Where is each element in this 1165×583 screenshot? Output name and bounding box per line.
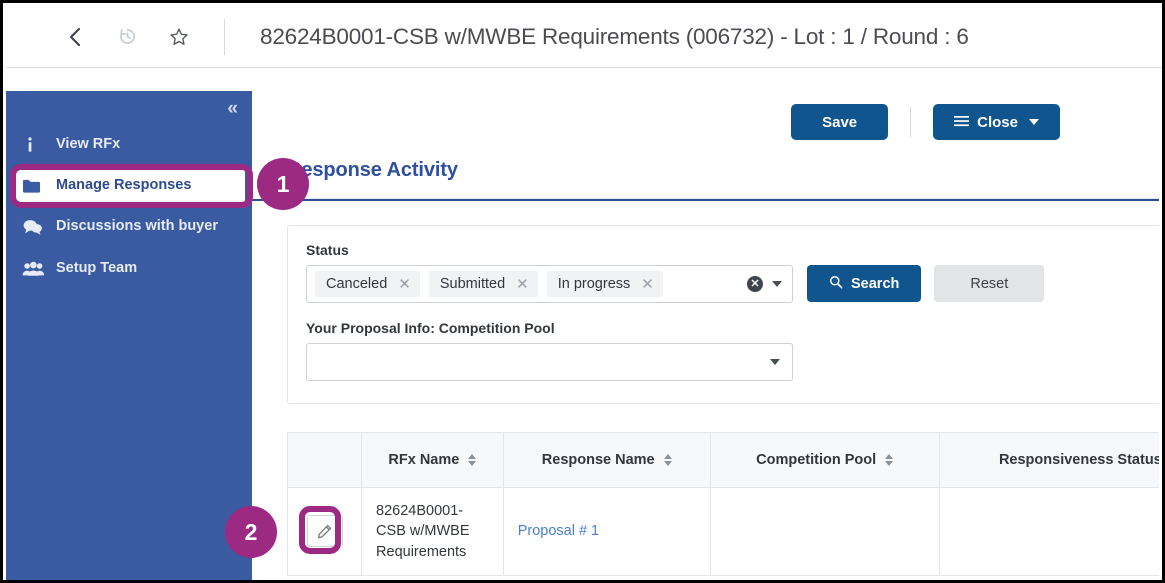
people-group-icon	[22, 261, 56, 277]
action-divider	[910, 107, 912, 137]
chat-bubbles-icon	[22, 218, 56, 236]
status-tag[interactable]: Submitted ✕	[428, 271, 538, 297]
filter-panel: Status Canceled ✕ Submitted ✕ In progres…	[287, 225, 1159, 404]
table-header-responsiveness-status[interactable]: Responsiveness Status	[939, 433, 1159, 488]
top-bar: 82624B0001-CSB w/MWBE Requirements (0067…	[6, 6, 1162, 68]
table-header-actions	[288, 433, 363, 488]
close-x-icon[interactable]: ✕	[516, 275, 529, 293]
history-clock-icon[interactable]	[114, 24, 140, 50]
column-label: Competition Pool	[756, 451, 877, 468]
top-bar-icons	[6, 24, 192, 50]
multiselect-controls: ✕	[747, 276, 782, 292]
competition-pool-select[interactable]	[306, 343, 793, 381]
sidebar-item-label: Manage Responses	[56, 177, 192, 194]
response-table: RFx Name Response Name Competition Pool …	[287, 432, 1159, 577]
caret-down-icon	[1029, 119, 1039, 125]
sort-arrows-icon[interactable]	[885, 453, 894, 466]
page-title: 82624B0001-CSB w/MWBE Requirements (0067…	[260, 23, 969, 49]
sidebar: « View RFx Manage Responses Discussions …	[6, 91, 252, 580]
magnifier-icon	[829, 275, 843, 293]
sidebar-item-label: Discussions with buyer	[56, 218, 218, 235]
status-filter-row: Canceled ✕ Submitted ✕ In progress ✕ ✕ S…	[306, 265, 1159, 303]
search-button[interactable]: Search	[807, 265, 922, 302]
action-bar: Save Close	[252, 91, 1159, 153]
status-tag-label: In progress	[557, 276, 631, 292]
table-row: 82624B0001-CSB w/MWBE Requirements Propo…	[288, 487, 1159, 576]
sidebar-item-discussions-with-buyer[interactable]: Discussions with buyer	[6, 206, 252, 248]
annotation-badge-2: 2	[225, 506, 277, 558]
competition-pool-label: Your Proposal Info: Competition Pool	[306, 320, 555, 336]
column-label: RFx Name	[388, 451, 460, 468]
pencil-edit-icon[interactable]	[306, 515, 343, 548]
sidebar-item-setup-team[interactable]: Setup Team	[6, 248, 252, 290]
close-button-label: Close	[977, 113, 1018, 131]
cell-rfx-name: 82624B0001-CSB w/MWBE Requirements	[361, 487, 504, 576]
chevron-left-icon[interactable]	[62, 24, 88, 50]
reset-button[interactable]: Reset	[934, 265, 1045, 302]
column-label: Response Name	[541, 451, 655, 468]
table-header-response-name[interactable]: Response Name	[503, 433, 711, 488]
sidebar-item-view-rfx[interactable]: View RFx	[6, 124, 252, 166]
sidebar-item-label: Setup Team	[56, 260, 138, 277]
circle-x-icon[interactable]: ✕	[747, 276, 763, 292]
sidebar-collapse-button[interactable]: «	[227, 99, 238, 118]
table-header-competition-pool[interactable]: Competition Pool	[710, 433, 940, 488]
status-tag[interactable]: Canceled ✕	[315, 271, 420, 297]
accent-divider	[252, 199, 1159, 201]
table-header-row: RFx Name Response Name Competition Pool …	[288, 433, 1159, 488]
caret-down-icon	[770, 359, 780, 365]
star-outline-icon[interactable]	[166, 24, 192, 50]
save-button[interactable]: Save	[791, 104, 889, 140]
table-header-rfx-name[interactable]: RFx Name	[361, 433, 504, 488]
close-button[interactable]: Close	[933, 104, 1060, 140]
status-tag[interactable]: In progress ✕	[546, 271, 663, 297]
cell-competition-pool	[710, 487, 940, 576]
status-tag-label: Canceled	[326, 276, 388, 292]
hamburger-icon	[954, 114, 970, 131]
cell-response-name: Proposal # 1	[503, 487, 711, 576]
response-name-link[interactable]: Proposal # 1	[518, 523, 599, 539]
main-content: Save Close Response Activity Status Canc…	[252, 91, 1159, 577]
row-actions-cell	[288, 487, 363, 576]
folder-icon	[22, 178, 56, 194]
section-heading: Response Activity	[287, 159, 458, 181]
annotation-badge-1: 1	[257, 158, 309, 210]
sort-arrows-icon[interactable]	[663, 453, 672, 466]
search-button-label: Search	[851, 275, 900, 292]
status-filter-label: Status	[306, 242, 349, 258]
column-label: Responsiveness Status	[998, 451, 1159, 468]
cell-responsiveness-status	[939, 487, 1159, 576]
caret-down-icon[interactable]	[772, 281, 782, 287]
rfx-name-value: 82624B0001-CSB w/MWBE Requirements	[376, 502, 470, 560]
status-tag-label: Submitted	[439, 276, 506, 292]
close-x-icon[interactable]: ✕	[641, 275, 654, 293]
app-window: 82624B0001-CSB w/MWBE Requirements (0067…	[0, 0, 1165, 583]
info-icon	[22, 136, 56, 154]
sort-arrows-icon[interactable]	[468, 453, 477, 466]
status-multiselect[interactable]: Canceled ✕ Submitted ✕ In progress ✕ ✕	[306, 265, 793, 303]
sidebar-nav: View RFx Manage Responses Discussions wi…	[6, 124, 252, 290]
close-x-icon[interactable]: ✕	[398, 275, 411, 293]
sidebar-item-manage-responses[interactable]: Manage Responses	[13, 166, 245, 206]
sidebar-item-label: View RFx	[56, 136, 121, 153]
